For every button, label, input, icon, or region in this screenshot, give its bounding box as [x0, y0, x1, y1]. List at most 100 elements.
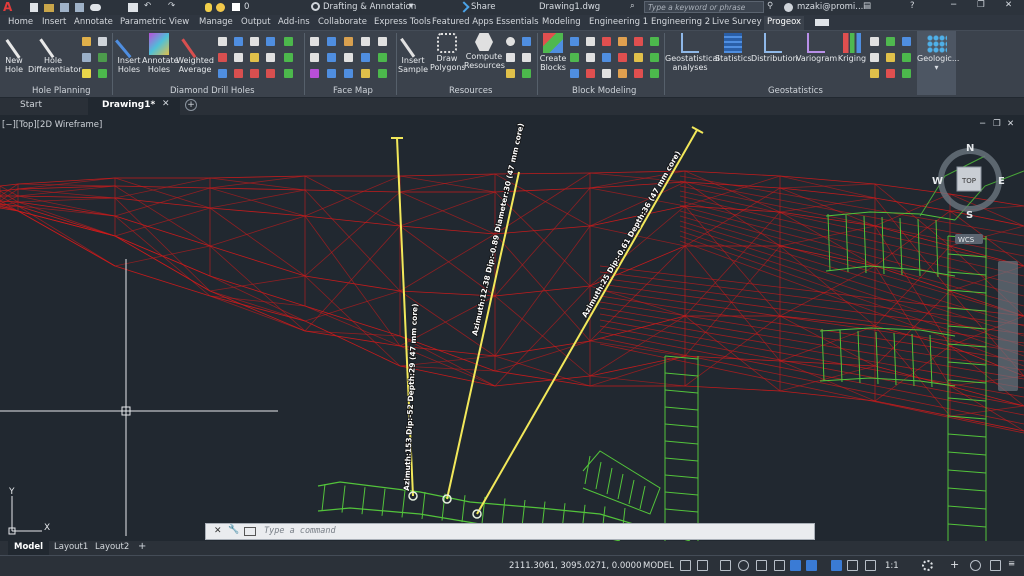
- face-map-tool-icon[interactable]: [344, 69, 353, 78]
- face-map-tool-icon[interactable]: [327, 37, 336, 46]
- close-command-icon[interactable]: ✕: [214, 526, 222, 536]
- tab-model[interactable]: Model: [8, 541, 50, 555]
- face-map-tool-icon[interactable]: [361, 69, 370, 78]
- lightbulb-icon[interactable]: [205, 3, 212, 12]
- plus-icon[interactable]: +: [950, 558, 959, 571]
- search-icon[interactable]: ⌕: [630, 1, 635, 11]
- viewcube-top-label[interactable]: TOP: [961, 177, 976, 185]
- checkbox-icon[interactable]: [650, 69, 659, 78]
- layer-value[interactable]: 0: [244, 2, 249, 12]
- checkbox-icon[interactable]: [650, 53, 659, 62]
- command-line[interactable]: ✕ 🔧 Type a command: [205, 523, 815, 540]
- user-avatar-icon[interactable]: [784, 3, 793, 12]
- save-as-icon[interactable]: [75, 3, 84, 12]
- checkbox-icon[interactable]: [522, 69, 531, 78]
- checkbox-icon[interactable]: [650, 37, 659, 46]
- face-map-tool-icon[interactable]: [361, 37, 370, 46]
- minimize-icon[interactable]: ─: [951, 0, 956, 10]
- object-snap-tracking-icon[interactable]: [774, 560, 785, 571]
- face-map-tool-icon[interactable]: [327, 53, 336, 62]
- workspace-switcher[interactable]: Drafting & Annotation: [323, 2, 416, 12]
- geologic-button[interactable]: Geologic... ▾: [917, 31, 959, 95]
- insert-sample-button[interactable]: Insert Sample: [398, 30, 428, 74]
- checkbox-icon[interactable]: [284, 37, 293, 46]
- ortho-icon[interactable]: [720, 560, 731, 571]
- undo-icon[interactable]: ↶: [144, 1, 151, 11]
- small-tool-icon[interactable]: [870, 37, 879, 46]
- viewcube-east-label[interactable]: E: [998, 176, 1005, 187]
- small-tool-icon[interactable]: [234, 37, 243, 46]
- binoculars-icon[interactable]: ⚲: [767, 1, 773, 11]
- tab-output[interactable]: Output: [241, 17, 271, 27]
- face-map-tool-icon[interactable]: [378, 37, 387, 46]
- tab-live-survey[interactable]: Live Survey: [712, 17, 762, 27]
- checkbox-icon[interactable]: [902, 53, 911, 62]
- share-icon[interactable]: [458, 1, 470, 13]
- block-tool-icon[interactable]: [618, 53, 627, 62]
- face-map-tool-icon[interactable]: [361, 53, 370, 62]
- block-tool-icon[interactable]: [634, 37, 643, 46]
- checkbox-icon[interactable]: [98, 69, 107, 78]
- small-tool-icon[interactable]: [82, 53, 91, 62]
- small-tool-icon[interactable]: [250, 53, 259, 62]
- block-tool-icon[interactable]: [586, 53, 595, 62]
- small-tool-icon[interactable]: [886, 37, 895, 46]
- tab-home[interactable]: Home: [8, 17, 33, 27]
- tab-annotate[interactable]: Annotate: [74, 17, 113, 27]
- checkbox-icon[interactable]: [284, 69, 293, 78]
- viewcube-south-label[interactable]: S: [966, 210, 973, 221]
- search-input[interactable]: Type a keyword or phrase: [644, 1, 764, 13]
- chevron-down-icon[interactable]: ▾: [409, 1, 413, 11]
- block-tool-icon[interactable]: [570, 69, 579, 78]
- coordinates-readout[interactable]: 2111.3061, 3095.0271, 0.0000: [509, 561, 641, 571]
- settings-gear-icon[interactable]: [922, 560, 933, 571]
- new-hole-button[interactable]: New Hole: [2, 29, 35, 74]
- polar-tracking-icon[interactable]: [738, 560, 749, 571]
- compute-resources-button[interactable]: Compute Resources: [464, 33, 505, 70]
- small-tool-icon[interactable]: [522, 37, 531, 46]
- new-tab-button[interactable]: +: [185, 99, 197, 111]
- tab-express-tools[interactable]: Express Tools: [374, 17, 431, 27]
- close-tab-icon[interactable]: ✕: [162, 99, 170, 109]
- navigation-bar[interactable]: [998, 261, 1018, 391]
- block-tool-icon[interactable]: [570, 53, 579, 62]
- small-tool-icon[interactable]: [266, 69, 275, 78]
- checkbox-icon[interactable]: [378, 53, 387, 62]
- customization-menu-icon[interactable]: ≡: [1008, 559, 1015, 569]
- add-layout-button[interactable]: +: [138, 541, 146, 552]
- save-icon[interactable]: [60, 3, 69, 12]
- new-file-icon[interactable]: [30, 3, 38, 12]
- block-tool-icon[interactable]: [634, 53, 643, 62]
- small-tool-icon[interactable]: [250, 37, 259, 46]
- cart-icon[interactable]: ▤: [863, 1, 871, 11]
- small-tool-icon[interactable]: [266, 53, 275, 62]
- block-tool-icon[interactable]: [586, 69, 595, 78]
- tab-drawing1[interactable]: Drawing1* ✕: [88, 98, 180, 115]
- small-tool-icon[interactable]: [870, 69, 879, 78]
- checkbox-icon[interactable]: [902, 69, 911, 78]
- small-tool-icon[interactable]: [234, 69, 243, 78]
- tab-view[interactable]: View: [169, 17, 189, 27]
- app-logo[interactable]: A: [3, 0, 12, 14]
- block-tool-icon[interactable]: [602, 69, 611, 78]
- transparency-icon[interactable]: [831, 560, 842, 571]
- weighted-average-button[interactable]: Weighted Average: [176, 29, 214, 74]
- statistics-button[interactable]: Statistics: [715, 33, 752, 63]
- small-tool-icon[interactable]: [82, 37, 91, 46]
- tab-progeox[interactable]: Progeox: [764, 16, 805, 30]
- isodraft-icon[interactable]: [756, 560, 767, 571]
- tab-engineering-1[interactable]: Engineering 1: [589, 17, 648, 27]
- sun-icon[interactable]: [216, 3, 225, 12]
- object-snap-icon[interactable]: [790, 560, 801, 571]
- tab-start[interactable]: Start: [20, 100, 42, 110]
- annotation-scale-icon[interactable]: [865, 560, 876, 571]
- tab-layout1[interactable]: Layout1: [54, 542, 88, 552]
- block-tool-icon[interactable]: [634, 69, 643, 78]
- plot-icon[interactable]: [128, 3, 138, 12]
- tab-engineering-2[interactable]: Engineering 2: [651, 17, 710, 27]
- face-map-tool-icon[interactable]: [310, 53, 319, 62]
- small-tool-icon[interactable]: [218, 53, 227, 62]
- tab-featured-apps[interactable]: Featured Apps: [432, 17, 493, 27]
- face-map-tool-icon[interactable]: [344, 53, 353, 62]
- drawing-viewport[interactable]: [−][Top][2D Wireframe] ─ ❐ ✕ Azimuth:153…: [0, 116, 1024, 541]
